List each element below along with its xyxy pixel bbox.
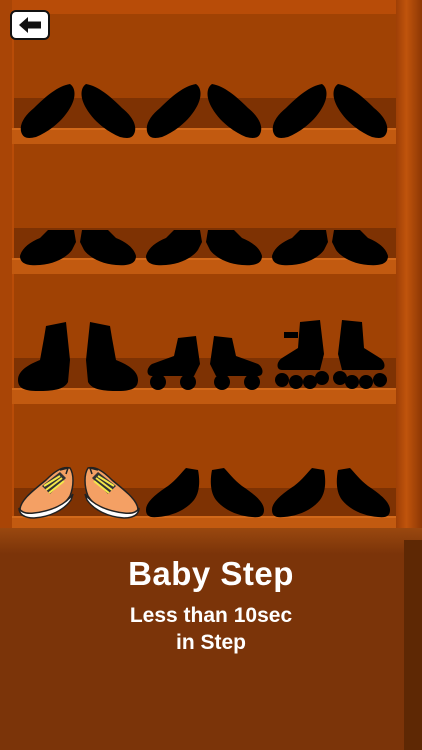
locked-clog-shoe[interactable] bbox=[206, 226, 264, 266]
locked-inline-skate[interactable] bbox=[272, 318, 330, 392]
locked-loafer-shoe[interactable] bbox=[144, 82, 202, 138]
unlocked-sneaker[interactable] bbox=[82, 464, 142, 520]
achievement-line-1: Less than 10sec bbox=[129, 604, 293, 627]
unlocked-sneaker[interactable] bbox=[16, 464, 76, 520]
locked-loafer-shoe[interactable] bbox=[332, 82, 390, 138]
locked-dress-shoe[interactable] bbox=[270, 466, 328, 518]
locked-inline-skate[interactable] bbox=[332, 318, 390, 392]
shoe-cabinet bbox=[0, 0, 422, 540]
achievement-title: Baby Step bbox=[128, 555, 294, 592]
locked-clog-shoe[interactable] bbox=[18, 226, 76, 266]
locked-dress-shoe[interactable] bbox=[208, 466, 266, 518]
locked-clog-shoe[interactable] bbox=[80, 226, 138, 266]
locked-dress-shoe[interactable] bbox=[144, 466, 202, 518]
locked-roller-skate[interactable] bbox=[144, 334, 204, 392]
locked-loafer-shoe[interactable] bbox=[80, 82, 138, 138]
locked-loafer-shoe[interactable] bbox=[270, 82, 328, 138]
locked-boot[interactable] bbox=[16, 320, 72, 392]
back-button[interactable] bbox=[10, 10, 50, 40]
locked-roller-skate[interactable] bbox=[206, 334, 266, 392]
achievement-description: Less than 10sec in Step bbox=[0, 602, 422, 656]
locked-loafer-shoe[interactable] bbox=[18, 82, 76, 138]
cabinet-left-side bbox=[0, 0, 12, 540]
locked-loafer-shoe[interactable] bbox=[206, 82, 264, 138]
left-arrow-icon bbox=[19, 17, 41, 33]
cabinet-right-side bbox=[396, 0, 422, 540]
achievement-line-2: in Step bbox=[175, 631, 246, 654]
locked-dress-shoe[interactable] bbox=[334, 466, 392, 518]
locked-boot[interactable] bbox=[84, 320, 140, 392]
locked-clog-shoe[interactable] bbox=[332, 226, 390, 266]
counter-top bbox=[0, 528, 422, 554]
locked-clog-shoe[interactable] bbox=[270, 226, 328, 266]
locked-clog-shoe[interactable] bbox=[144, 226, 202, 266]
